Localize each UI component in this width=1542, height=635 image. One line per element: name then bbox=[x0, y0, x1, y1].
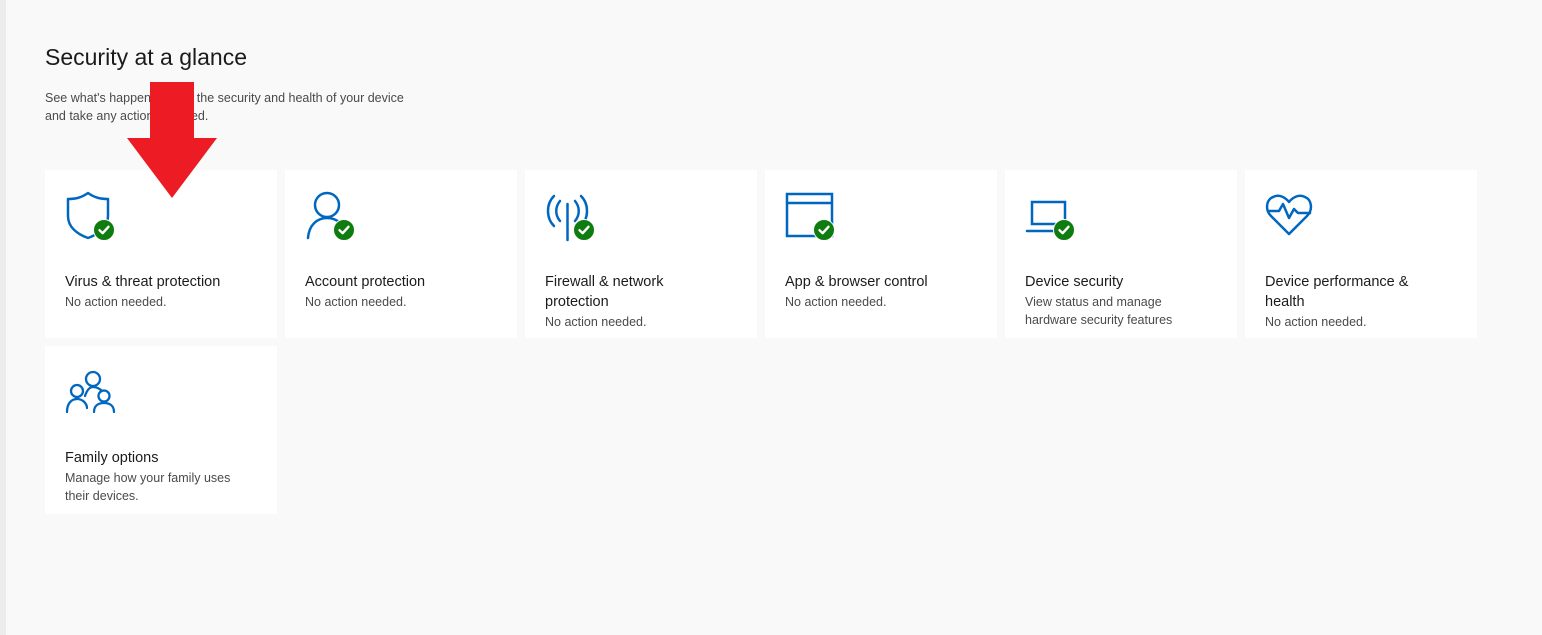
tile-title: Firewall & network protection bbox=[545, 274, 664, 310]
tile-icon-container bbox=[305, 190, 361, 242]
tile-title: App & browser control bbox=[785, 274, 928, 290]
page-description-line-2: and take any actions needed. bbox=[45, 109, 209, 123]
tile-title: Virus & threat protection bbox=[65, 274, 221, 290]
tile-icon-container bbox=[65, 366, 121, 418]
tile-virus-threat-protection[interactable]: Virus & threat protection No action need… bbox=[45, 170, 277, 338]
tile-icon-container bbox=[785, 190, 841, 242]
tile-family-options[interactable]: Family options Manage how your family us… bbox=[45, 346, 277, 514]
tile-device-performance-health[interactable]: Device performance & health No action ne… bbox=[1245, 170, 1477, 338]
tile-status: View status and manage hardware security… bbox=[1025, 295, 1173, 327]
tile-icon-container bbox=[65, 190, 121, 242]
tile-status: No action needed. bbox=[65, 295, 167, 309]
tile-title: Device performance & health bbox=[1265, 274, 1409, 310]
tile-status: No action needed. bbox=[545, 315, 647, 329]
check-icon bbox=[93, 219, 115, 241]
security-at-a-glance-page: Security at a glance See what's happenin… bbox=[45, 0, 1525, 635]
tile-account-protection[interactable]: Account protection No action needed. bbox=[285, 170, 517, 338]
window-left-edge bbox=[0, 0, 6, 635]
check-icon bbox=[813, 219, 835, 241]
tile-title: Family options bbox=[65, 450, 159, 466]
tile-icon-container bbox=[1265, 190, 1321, 242]
family-icon bbox=[65, 370, 116, 414]
tile-icon-container bbox=[1025, 190, 1081, 242]
tile-icon-container bbox=[545, 190, 601, 242]
tile-device-security[interactable]: Device security View status and manage h… bbox=[1005, 170, 1237, 338]
tile-app-browser-control[interactable]: App & browser control No action needed. bbox=[765, 170, 997, 338]
page-title: Security at a glance bbox=[45, 44, 248, 70]
tile-title: Account protection bbox=[305, 274, 426, 290]
tile-status: No action needed. bbox=[1265, 315, 1367, 329]
heart-pulse-icon bbox=[1265, 194, 1313, 236]
page-description: See what's happening with the security a… bbox=[45, 89, 445, 125]
check-icon bbox=[333, 219, 355, 241]
check-icon bbox=[1053, 219, 1075, 241]
check-icon bbox=[573, 219, 595, 241]
tile-status: No action needed. bbox=[305, 295, 407, 309]
tile-status: Manage how your family uses their device… bbox=[65, 471, 231, 503]
tile-status: No action needed. bbox=[785, 295, 887, 309]
page-description-line-1: See what's happening with the security a… bbox=[45, 91, 404, 105]
tile-firewall-network-protection[interactable]: Firewall & network protection No action … bbox=[525, 170, 757, 338]
tile-title: Device security bbox=[1025, 274, 1124, 290]
